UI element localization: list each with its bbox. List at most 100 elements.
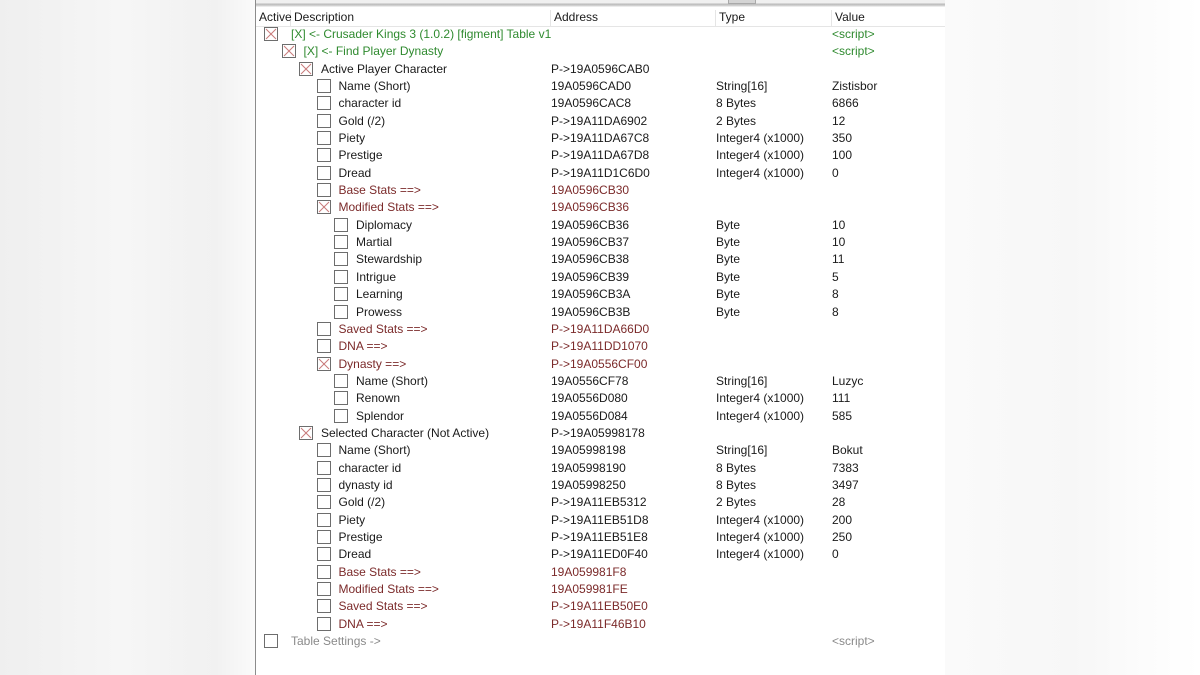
entry-description[interactable]: Name (Short) (339, 78, 411, 95)
cheat-entry-row[interactable]: Saved Stats ==> P->19A11EB50E0 (256, 598, 945, 615)
entry-address[interactable]: 19A0556D084 (551, 408, 628, 425)
active-checkbox[interactable] (316, 131, 331, 146)
entry-description[interactable]: Dynasty ==> (339, 356, 407, 373)
entry-address[interactable]: P->19A05998178 (551, 425, 645, 442)
entry-address[interactable]: 19A0596CAC8 (551, 95, 631, 112)
active-checkbox[interactable] (316, 321, 331, 336)
entry-address[interactable]: P->19A11EB50E0 (551, 598, 648, 615)
active-checkbox[interactable] (316, 582, 331, 596)
entry-value[interactable]: 10 (832, 234, 845, 251)
entry-address[interactable]: 19A0596CB30 (551, 182, 629, 199)
entry-address[interactable]: P->19A11DD1070 (551, 338, 648, 355)
entry-type[interactable]: Integer4 (x1000) (716, 165, 804, 182)
active-checkbox-checked[interactable] (316, 356, 331, 371)
entry-address[interactable]: 19A0556D080 (551, 390, 628, 407)
entry-description[interactable]: Prowess (356, 304, 402, 321)
entry-value[interactable]: 7383 (832, 460, 859, 477)
cheat-entry-row[interactable]: Modified Stats ==> 19A059981FE (256, 581, 945, 598)
cheat-entry-row[interactable]: [X] <- Find Player Dynasty <script> (256, 43, 945, 60)
entry-address[interactable]: P->19A11DA6902 (551, 113, 647, 130)
active-checkbox[interactable] (316, 599, 331, 614)
cheat-entry-row[interactable]: Prowess 19A0596CB3B Byte 8 (256, 304, 945, 321)
active-checkbox-checked[interactable] (299, 425, 313, 440)
entry-description[interactable]: character id (339, 95, 402, 112)
entry-value[interactable]: 200 (832, 512, 852, 529)
entry-description[interactable]: Martial (356, 234, 392, 251)
entry-type[interactable]: String[16] (716, 373, 767, 390)
splitter-grip[interactable] (728, 0, 756, 4)
entry-type[interactable]: Integer4 (x1000) (716, 512, 804, 529)
entry-description[interactable]: Prestige (339, 147, 383, 164)
entry-value[interactable]: Luzyc (832, 373, 863, 390)
entry-type[interactable]: String[16] (716, 78, 767, 95)
active-checkbox[interactable] (316, 443, 331, 458)
entry-description[interactable]: character id (339, 460, 402, 477)
active-checkbox[interactable] (316, 512, 331, 527)
column-header-type[interactable]: Type (716, 10, 832, 26)
active-checkbox[interactable] (316, 339, 331, 354)
cheat-entry-row[interactable]: Dread P->19A11ED0F40 Integer4 (x1000) 0 (256, 546, 945, 563)
cheat-entry-row[interactable]: Piety P->19A11EB51D8 Integer4 (x1000) 200 (256, 512, 945, 529)
entry-description[interactable]: Modified Stats ==> (339, 581, 439, 598)
entry-description[interactable]: DNA ==> (339, 338, 388, 355)
entry-address[interactable]: 19A05998190 (551, 460, 626, 477)
active-checkbox[interactable] (334, 217, 348, 232)
active-checkbox[interactable] (316, 529, 331, 544)
entry-value[interactable]: 8 (832, 304, 839, 321)
entry-address[interactable]: P->19A11DA66D0 (551, 321, 649, 338)
cheat-entry-row[interactable]: [X] <- Crusader Kings 3 (1.0.2) [figment… (256, 26, 945, 43)
entry-type[interactable]: 2 Bytes (716, 113, 756, 130)
active-checkbox[interactable] (334, 408, 348, 423)
entry-address[interactable]: P->19A11DA67D8 (551, 147, 649, 164)
cheat-entry-row[interactable]: Selected Character (Not Active) P->19A059… (256, 425, 945, 442)
entry-type[interactable]: Byte (716, 269, 740, 286)
entry-value[interactable]: 8 (832, 286, 839, 303)
active-checkbox[interactable] (334, 391, 348, 406)
active-checkbox[interactable] (264, 634, 278, 649)
splitter-bar[interactable] (256, 0, 945, 7)
active-checkbox[interactable] (316, 616, 331, 631)
entry-address[interactable]: 19A0596CB36 (551, 217, 629, 234)
cheat-entry-row[interactable]: dynasty id 19A05998250 8 Bytes 3497 (256, 477, 945, 494)
entry-description[interactable]: Stewardship (356, 251, 422, 268)
active-checkbox-checked[interactable] (281, 44, 296, 59)
entry-description[interactable]: dynasty id (339, 477, 393, 494)
entry-description[interactable]: Table Settings -> (291, 633, 381, 650)
entry-description[interactable]: Splendor (356, 408, 404, 425)
entry-value[interactable]: 585 (832, 408, 852, 425)
entry-type[interactable]: String[16] (716, 442, 767, 459)
entry-address[interactable]: P->19A11D1C6D0 (551, 165, 650, 182)
entry-description[interactable]: Renown (356, 390, 400, 407)
entry-value[interactable]: 12 (832, 113, 845, 130)
cheat-entry-row[interactable]: Stewardship 19A0596CB38 Byte 11 (256, 251, 945, 268)
cheat-entry-row[interactable]: character id 19A0596CAC8 8 Bytes 6866 (256, 95, 945, 112)
entry-value[interactable]: 0 (832, 165, 839, 182)
entry-type[interactable]: Byte (716, 304, 740, 321)
entry-description[interactable]: Base Stats ==> (339, 182, 421, 199)
cheat-entry-row[interactable]: Gold (/2) P->19A11EB5312 2 Bytes 28 (256, 494, 945, 511)
entry-address[interactable]: P->19A11EB51E8 (551, 529, 648, 546)
entry-description[interactable]: Name (Short) (339, 442, 411, 459)
active-checkbox[interactable] (334, 252, 348, 267)
entry-description[interactable]: Name (Short) (356, 373, 428, 390)
cheat-entry-row[interactable]: Table Settings -> <script> (256, 633, 945, 650)
active-checkbox[interactable] (316, 460, 331, 475)
cheat-entry-row[interactable]: Dynasty ==> P->19A0556CF00 (256, 356, 945, 373)
active-checkbox-checked[interactable] (316, 200, 331, 215)
active-checkbox[interactable] (316, 477, 331, 492)
entry-description[interactable]: Gold (/2) (339, 113, 386, 130)
entry-address[interactable]: P->19A0596CAB0 (551, 61, 649, 78)
entry-value[interactable]: 250 (832, 529, 852, 546)
entry-description[interactable]: Base Stats ==> (339, 564, 421, 581)
entry-value[interactable]: 0 (832, 546, 839, 563)
active-checkbox[interactable] (334, 373, 348, 388)
cheat-entry-row[interactable]: Intrigue 19A0596CB39 Byte 5 (256, 269, 945, 286)
cheat-entry-row[interactable]: DNA ==> P->19A11DD1070 (256, 338, 945, 355)
entry-address[interactable]: P->19A0556CF00 (551, 356, 647, 373)
entry-address[interactable]: 19A0596CB37 (551, 234, 629, 251)
entry-address[interactable]: 19A0556CF78 (551, 373, 628, 390)
cheat-entry-row[interactable]: Prestige P->19A11EB51E8 Integer4 (x1000) 25… (256, 529, 945, 546)
cheat-entry-row[interactable]: Piety P->19A11DA67C8 Integer4 (x1000) 350 (256, 130, 945, 147)
active-checkbox[interactable] (334, 287, 348, 302)
column-header-active[interactable]: Active (256, 10, 292, 26)
